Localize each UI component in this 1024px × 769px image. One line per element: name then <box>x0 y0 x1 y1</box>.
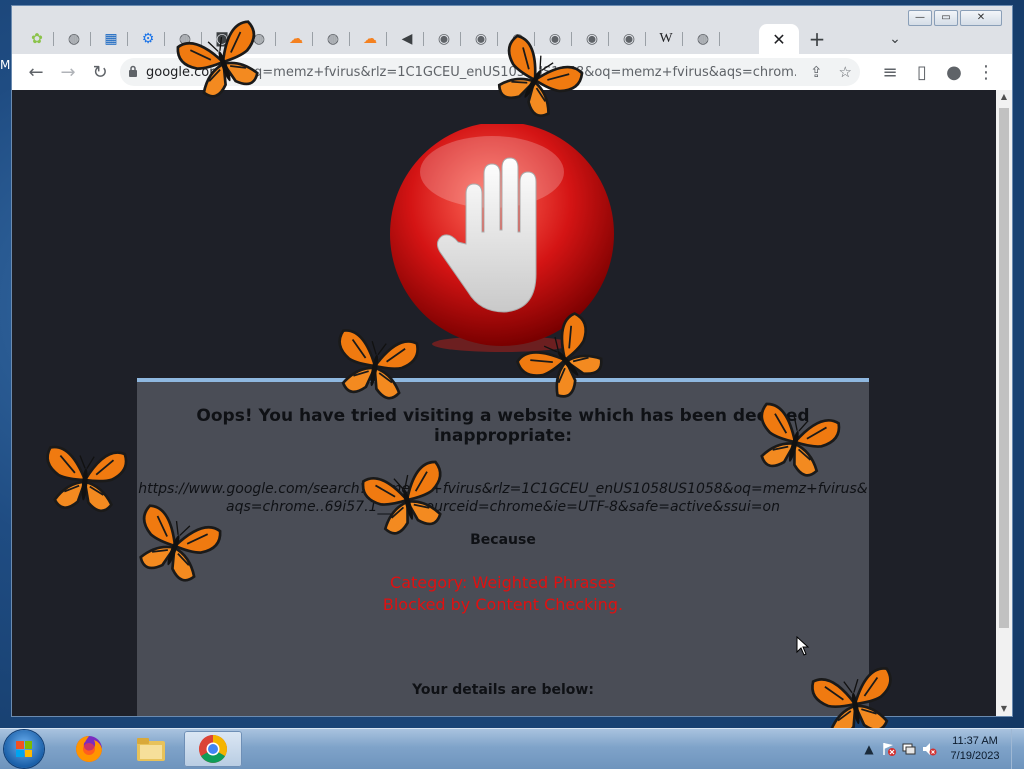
volume-muted-icon[interactable] <box>919 739 939 759</box>
system-tray: ▲ 11:37 AM 7/19/2023 <box>859 729 1024 769</box>
scroll-thumb[interactable] <box>999 108 1009 628</box>
taskbar: ▲ 11:37 AM 7/19/2023 <box>0 728 1024 769</box>
gear-icon: ⚙ <box>141 31 155 47</box>
browser-tab[interactable]: ◍ <box>686 24 720 54</box>
show-desktop-button[interactable] <box>1011 729 1024 769</box>
because-label: Because <box>470 532 536 548</box>
browser-tab[interactable]: ◍ <box>316 24 350 54</box>
browser-tab[interactable]: ☁ <box>279 24 313 54</box>
browser-tab[interactable]: ◉ <box>464 24 498 54</box>
wikipedia-icon: W <box>659 31 673 46</box>
chrome-menu-icon[interactable]: ⋮ <box>974 60 998 84</box>
browser-tab[interactable]: ◀ <box>390 24 424 54</box>
windows-logo-icon <box>16 741 32 757</box>
vertical-scrollbar[interactable]: ▲ ▼ <box>996 90 1012 716</box>
chrome-icon: ◉ <box>474 31 488 47</box>
show-hidden-icons-arrow[interactable]: ▲ <box>859 739 879 759</box>
tab-close-icon[interactable]: ✕ <box>772 30 785 49</box>
media-control-icon[interactable]: ≡ <box>878 60 902 84</box>
network-icon[interactable] <box>899 739 919 759</box>
side-panel-icon[interactable]: ▯ <box>910 60 934 84</box>
mouse-cursor-icon <box>796 636 810 656</box>
folder-icon <box>137 738 165 761</box>
share-icon[interactable]: ⇪ <box>810 63 823 81</box>
forward-button[interactable]: → <box>56 60 80 84</box>
close-window-button[interactable]: ✕ <box>960 10 1002 26</box>
browser-tab[interactable]: ☁ <box>353 24 387 54</box>
firefox-icon <box>76 736 102 762</box>
globe-icon: ◍ <box>326 31 340 47</box>
back-button[interactable]: ← <box>24 60 48 84</box>
chrome-icon: ◉ <box>622 31 636 47</box>
browser-tab[interactable]: ◉ <box>612 24 646 54</box>
globe-icon: ◍ <box>67 31 81 47</box>
browser-tab[interactable]: ◉ <box>427 24 461 54</box>
chrome-icon: ◉ <box>585 31 599 47</box>
bookmark-star-icon[interactable]: ☆ <box>839 63 852 81</box>
cloud-icon: ☁ <box>363 31 377 47</box>
speaker-icon: ◀ <box>401 31 413 47</box>
butterfly-icon <box>338 329 419 400</box>
browser-tab[interactable]: W <box>649 24 683 54</box>
browser-tab[interactable]: ⚙ <box>131 24 165 54</box>
scroll-up-arrow[interactable]: ▲ <box>996 90 1012 104</box>
taskbar-chrome[interactable] <box>184 731 242 767</box>
active-tab[interactable]: ✕ <box>759 24 799 54</box>
scroll-down-arrow[interactable]: ▼ <box>996 702 1012 716</box>
chart-icon: ▦ <box>104 31 118 47</box>
desktop-edge-text: M <box>0 58 11 72</box>
taskbar-explorer[interactable] <box>122 731 180 767</box>
block-reason: Category: Weighted Phrases Blocked by Co… <box>382 573 624 614</box>
action-center-icon[interactable] <box>879 739 899 759</box>
blocked-url: https://www.google.com/search?q=memz+fvi… <box>138 481 868 515</box>
browser-tab[interactable]: ✿ <box>20 24 54 54</box>
taskbar-firefox[interactable] <box>60 731 118 767</box>
browser-tab[interactable]: ◉ <box>575 24 609 54</box>
maximize-button[interactable]: ▭ <box>934 10 958 26</box>
details-heading: Your details are below: <box>412 682 594 698</box>
butterfly-icon <box>46 445 128 513</box>
browser-tab[interactable]: ▦ <box>94 24 128 54</box>
extension-icon: ✿ <box>31 31 43 47</box>
lock-icon[interactable] <box>120 65 146 80</box>
page-viewport: Oops! You have tried visiting a website … <box>12 90 996 716</box>
browser-tab[interactable]: ◍ <box>57 24 91 54</box>
chrome-icon: ◉ <box>437 31 451 47</box>
tab-search-button[interactable]: ⌄ <box>880 24 910 54</box>
profile-avatar[interactable]: ● <box>942 60 966 84</box>
globe-icon: ◍ <box>696 31 710 47</box>
window-controls: — ▭ ✕ <box>908 10 1002 26</box>
reload-button[interactable]: ↻ <box>88 60 112 84</box>
taskbar-clock[interactable]: 11:37 AM 7/19/2023 <box>939 734 1011 764</box>
chrome-icon <box>199 735 227 763</box>
start-button[interactable] <box>4 730 44 768</box>
cloud-icon: ☁ <box>289 31 303 47</box>
minimize-button[interactable]: — <box>908 10 932 26</box>
new-tab-button[interactable]: + <box>802 24 832 54</box>
